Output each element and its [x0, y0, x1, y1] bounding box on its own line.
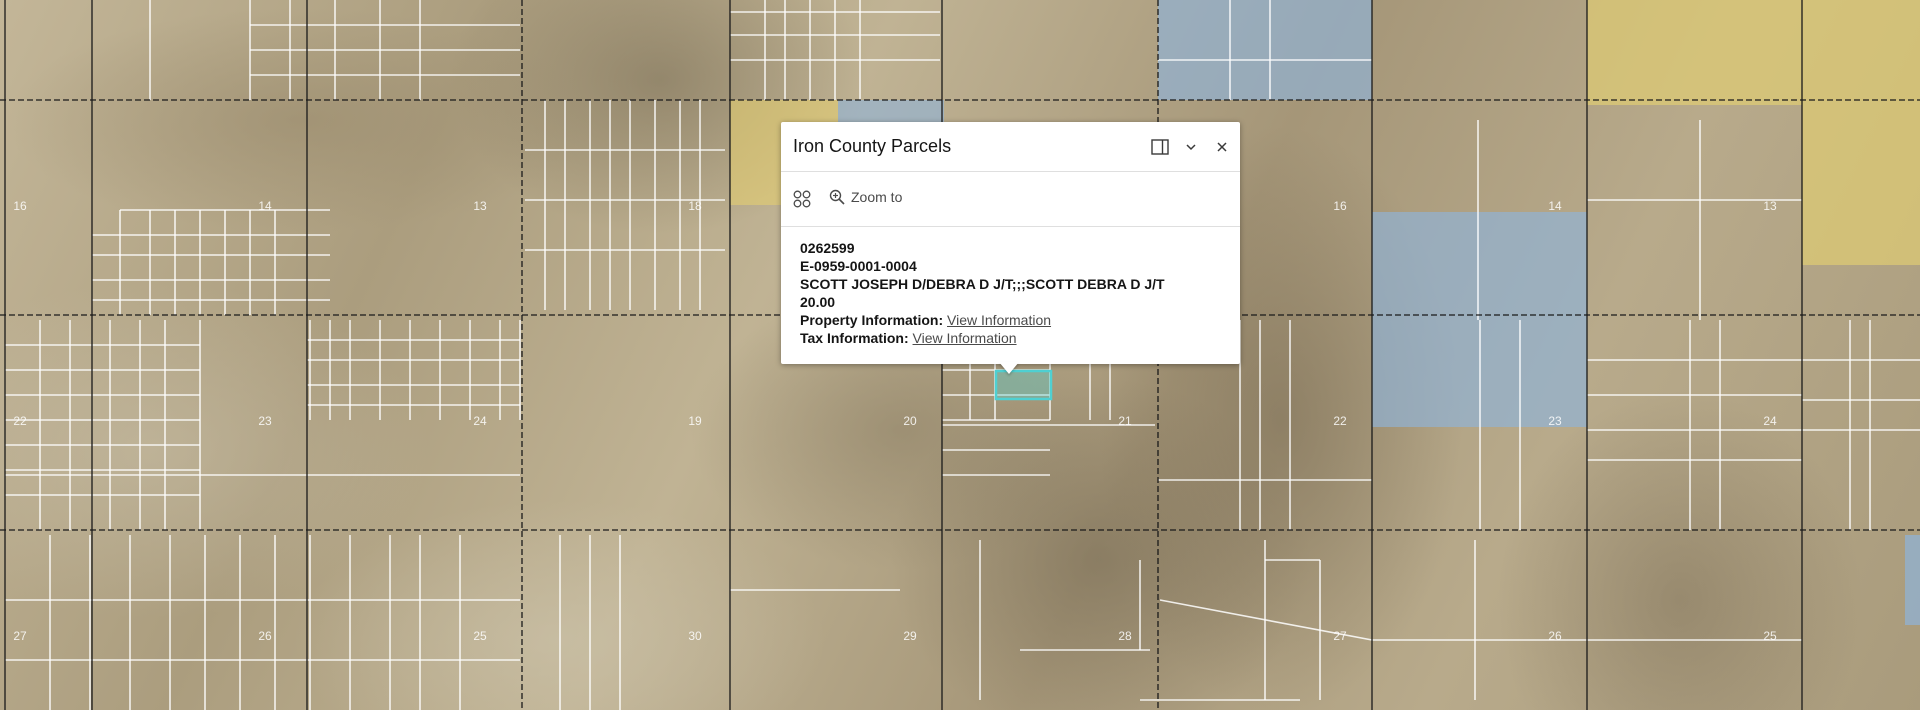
state-land-area [1158, 0, 1372, 100]
section-number-label: 27 [13, 629, 27, 643]
property-info-link[interactable]: View Information [947, 312, 1051, 328]
section-number-label: 24 [473, 414, 487, 428]
sitla-land-area [1587, 0, 1802, 105]
account-number: 0262599 [800, 240, 855, 256]
section-number-label: 16 [13, 199, 27, 213]
owner-name: SCOTT JOSEPH D/DEBRA D J/T;;;SCOTT DEBRA… [800, 276, 1165, 292]
section-number-label: 14 [258, 199, 272, 213]
close-button[interactable] [1209, 134, 1235, 160]
zoom-in-icon [829, 189, 845, 205]
section-number-label: 28 [1118, 629, 1132, 643]
section-number-label: 29 [903, 629, 917, 643]
popup-pointer [999, 362, 1019, 374]
section-number-label: 22 [13, 414, 27, 428]
popup-actions: Zoom to [781, 172, 1240, 227]
more-actions-button[interactable] [793, 190, 811, 208]
section-number-label: 18 [688, 199, 702, 213]
close-icon [1217, 142, 1227, 152]
popup-header: Iron County Parcels [781, 122, 1240, 172]
section-number-label: 27 [1333, 629, 1347, 643]
parcel-popup: Iron County Parcels Zoom to 0262599 E-09… [781, 122, 1240, 364]
parcel-id: E-0959-0001-0004 [800, 258, 917, 274]
section-number-label: 19 [688, 414, 702, 428]
tax-info-label: Tax Information: [800, 330, 909, 346]
zoom-to-label: Zoom to [851, 189, 903, 205]
section-number-label: 30 [688, 629, 702, 643]
section-number-label: 24 [1763, 414, 1777, 428]
section-number-label: 21 [1118, 414, 1132, 428]
section-number-label: 13 [473, 199, 487, 213]
section-number-label: 16 [1333, 199, 1347, 213]
section-number-label: 26 [1548, 629, 1562, 643]
section-number-label: 23 [1548, 414, 1562, 428]
collapse-button[interactable] [1178, 134, 1204, 160]
section-number-label: 26 [258, 629, 272, 643]
chevron-down-icon [1186, 144, 1196, 151]
section-number-label: 22 [1333, 414, 1347, 428]
section-number-label: 13 [1763, 199, 1777, 213]
section-number-label: 25 [473, 629, 487, 643]
section-number-label: 20 [903, 414, 917, 428]
state-land-area [1905, 535, 1920, 625]
property-info-label: Property Information: [800, 312, 944, 328]
dock-icon [1151, 139, 1169, 155]
zoom-to-button[interactable]: Zoom to [829, 189, 902, 205]
sitla-land-area [1802, 0, 1920, 105]
section-number-label: 23 [258, 414, 272, 428]
tax-info-link[interactable]: View Information [913, 330, 1017, 346]
acreage: 20.00 [800, 294, 836, 310]
grid-icon [793, 190, 811, 208]
section-number-label: 25 [1763, 629, 1777, 643]
dock-button[interactable] [1147, 134, 1173, 160]
popup-title: Iron County Parcels [793, 136, 952, 156]
sitla-land-area [1802, 105, 1920, 265]
selected-parcel [994, 369, 1053, 401]
property-info-row: Property Information: View Information [800, 311, 1221, 329]
popup-content: 0262599 E-0959-0001-0004 SCOTT JOSEPH D/… [781, 227, 1240, 359]
section-number-label: 14 [1548, 199, 1562, 213]
tax-info-row: Tax Information: View Information [800, 329, 1221, 347]
